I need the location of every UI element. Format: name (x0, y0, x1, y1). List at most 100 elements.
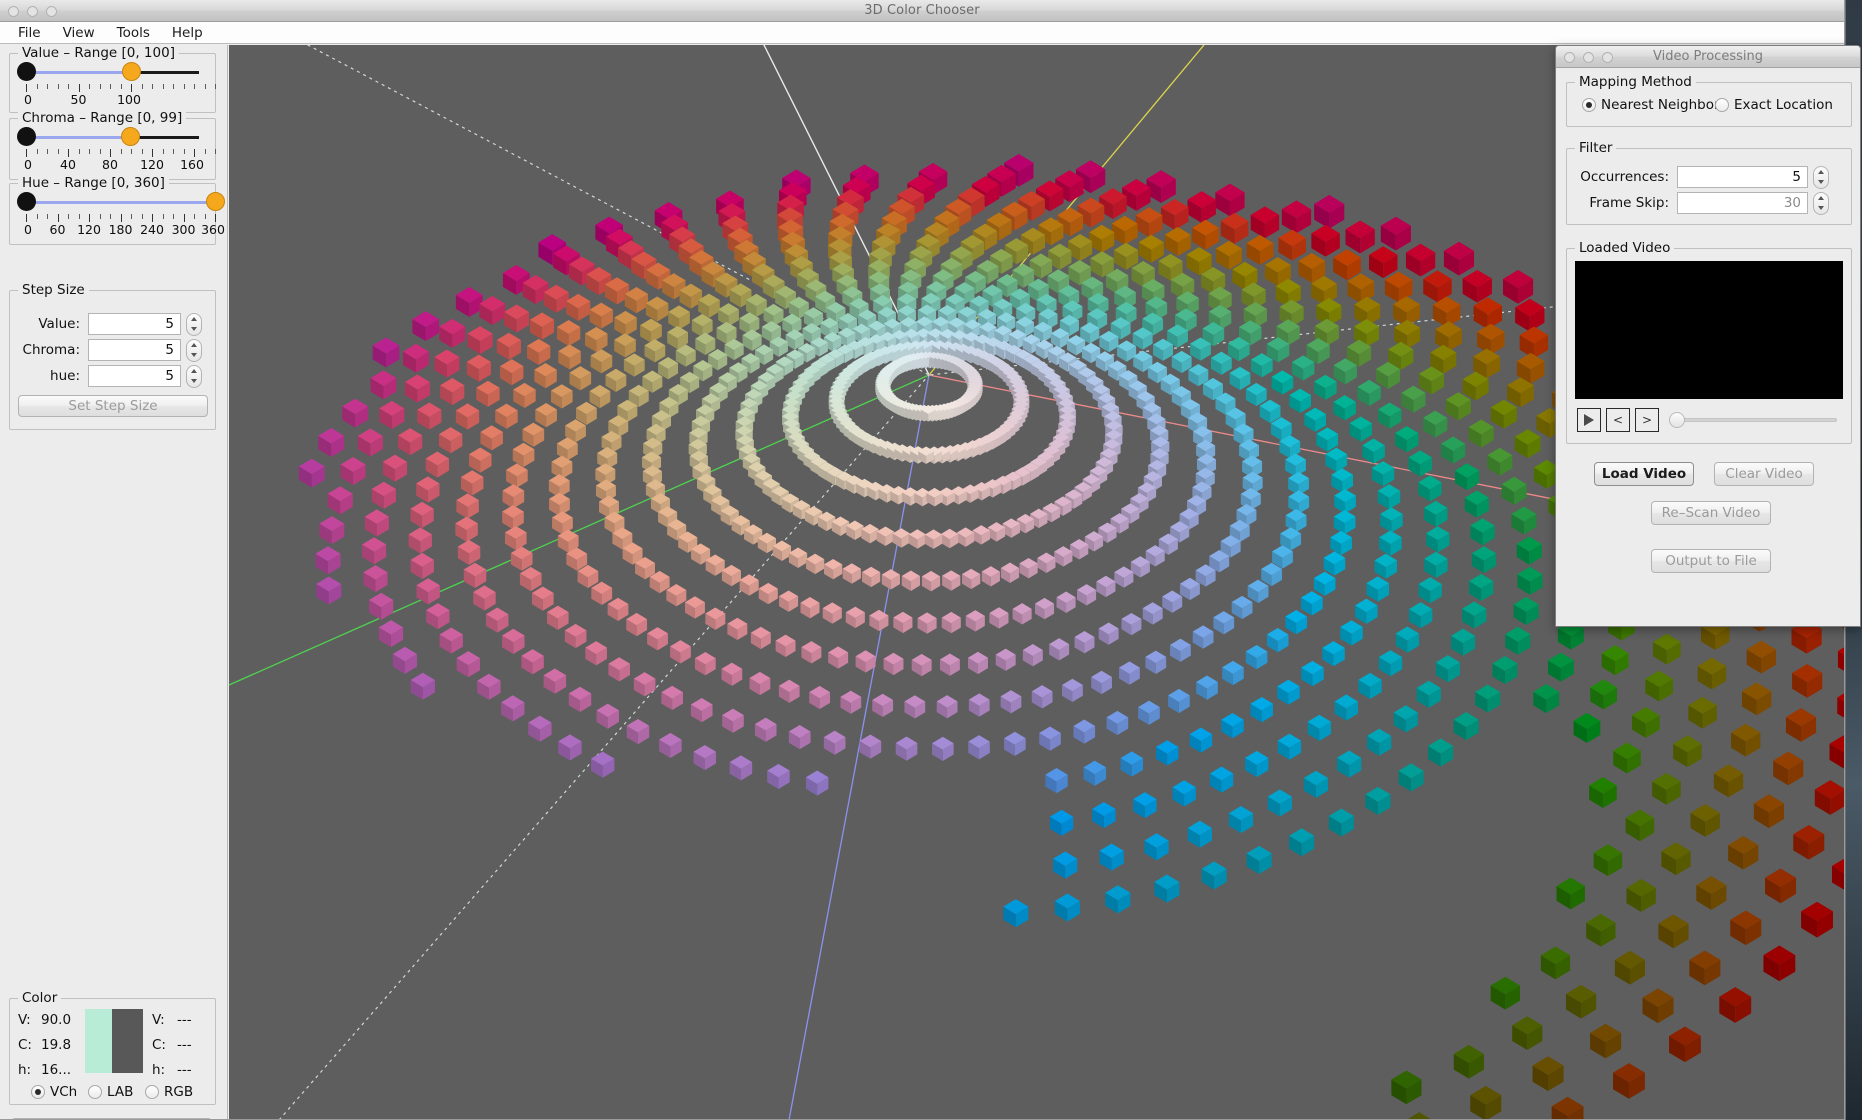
radio-icon[interactable] (1582, 98, 1596, 112)
menu-item-view[interactable]: View (52, 23, 106, 43)
target-color-swatch (112, 1009, 143, 1073)
color-left-c-value: 19.8 (41, 1037, 72, 1053)
chevron-up-icon[interactable] (1818, 169, 1824, 174)
color-left-h-value: 16... (41, 1062, 72, 1078)
next-frame-button[interactable]: > (1635, 408, 1659, 432)
step-size-hue-stepper[interactable] (186, 364, 202, 388)
frame-skip-stepper[interactable] (1813, 191, 1829, 215)
radio-icon[interactable] (1715, 98, 1729, 112)
step-size-chroma-stepper[interactable] (186, 338, 202, 362)
filter-legend: Filter (1575, 140, 1617, 156)
color-left-c-label: C: (18, 1037, 32, 1053)
value-slider-tick-labels: 0 50 100 (19, 92, 206, 108)
frame-skip-label: Frame Skip: (1589, 195, 1669, 211)
chroma-slider-low-thumb[interactable] (17, 127, 36, 146)
prev-frame-button[interactable]: < (1606, 408, 1630, 432)
color-model-lab-label: LAB (107, 1084, 134, 1100)
chroma-slider-fill (26, 136, 130, 139)
chevron-down-icon[interactable] (191, 327, 197, 332)
chevron-down-icon[interactable] (191, 379, 197, 384)
step-size-chroma-label: Chroma: (22, 342, 80, 358)
video-preview[interactable] (1575, 261, 1843, 399)
radio-icon[interactable] (88, 1085, 102, 1099)
video-scrub-thumb[interactable] (1669, 412, 1685, 428)
color-model-rgb[interactable]: RGB (145, 1084, 193, 1100)
left-control-panel: Value – Range [0, 100] 0 50 100 Chroma – R… (0, 45, 228, 1119)
menu-bar: File View Tools Help (0, 22, 1844, 44)
output-to-file-button[interactable]: Output to File (1651, 549, 1771, 573)
chevron-up-icon[interactable] (191, 316, 197, 321)
occurrences-input[interactable]: 5 (1677, 166, 1808, 188)
step-size-group: Step Size Value: 5 Chroma: 5 hue: 5 Set … (9, 282, 216, 430)
occurrences-label: Occurrences: (1580, 169, 1669, 185)
hue-range-slider[interactable]: 0 60 120 180 240 300 360 (17, 192, 225, 244)
mapping-exact-location-label: Exact Location (1734, 97, 1833, 113)
chevron-up-icon[interactable] (1818, 195, 1824, 200)
step-size-row-value: Value: 5 (10, 312, 215, 336)
radio-icon[interactable] (31, 1085, 45, 1099)
chroma-tick-label: 0 (24, 157, 32, 172)
chroma-range-legend: Chroma – Range [0, 99] (18, 110, 187, 126)
chevron-down-icon[interactable] (1818, 180, 1824, 185)
hue-slider-fill (26, 201, 215, 204)
loaded-video-group: Loaded Video < > (1566, 240, 1852, 444)
color-voxel-face (1407, 1112, 1431, 1119)
step-size-hue-input[interactable]: 5 (88, 365, 181, 387)
clear-video-button[interactable]: Clear Video (1714, 462, 1814, 486)
chevron-down-icon[interactable] (191, 353, 197, 358)
hue-tick-label: 360 (201, 222, 225, 237)
mapping-nearest-neighbor-option[interactable]: Nearest Neighbor (1582, 97, 1720, 113)
video-processing-body: Mapping Method Nearest Neighbor Exact Lo… (1556, 68, 1860, 626)
current-color-swatch (85, 1009, 112, 1073)
hue-slider-ticks (26, 214, 216, 222)
step-size-value-stepper[interactable] (186, 312, 202, 336)
radio-icon[interactable] (145, 1085, 159, 1099)
color-model-vch[interactable]: VCh (31, 1084, 77, 1100)
menu-item-tools[interactable]: Tools (106, 23, 161, 43)
mapping-exact-location-option[interactable]: Exact Location (1715, 97, 1833, 113)
hue-slider-high-thumb[interactable] (206, 192, 225, 211)
color-right-v-label: V: (152, 1012, 165, 1028)
menu-item-help[interactable]: Help (161, 23, 214, 43)
chevron-down-icon[interactable] (1818, 206, 1824, 211)
hue-slider-tick-labels: 0 60 120 180 240 300 360 (19, 222, 225, 238)
chevron-up-icon[interactable] (191, 368, 197, 373)
menu-item-file[interactable]: File (7, 23, 52, 43)
load-video-button[interactable]: Load Video (1594, 462, 1694, 486)
step-size-row-chroma: Chroma: 5 (10, 338, 215, 362)
play-icon (1584, 414, 1594, 426)
chevron-up-icon[interactable] (191, 342, 197, 347)
video-scrub-track[interactable] (1671, 418, 1837, 422)
color-left-v-value: 90.0 (41, 1012, 72, 1028)
main-window-titlebar: 3D Color Chooser (0, 0, 1844, 22)
step-size-value-label: Value: (38, 316, 80, 332)
mapping-nearest-neighbor-label: Nearest Neighbor (1601, 97, 1720, 113)
chroma-slider-high-thumb[interactable] (120, 127, 140, 146)
step-size-chroma-input[interactable]: 5 (88, 339, 181, 361)
value-range-slider[interactable]: 0 50 100 (17, 62, 216, 112)
value-range-group: Value – Range [0, 100] 0 50 100 (9, 45, 216, 113)
chroma-tick-label: 160 (180, 157, 204, 172)
re-scan-video-button[interactable]: Re–Scan Video (1651, 501, 1771, 525)
hue-tick-label: 180 (108, 222, 133, 237)
set-step-size-button[interactable]: Set Step Size (18, 395, 208, 417)
mapping-method-legend: Mapping Method (1575, 74, 1696, 90)
value-slider-low-thumb[interactable] (17, 62, 36, 81)
color-right-h-label: h: (152, 1062, 166, 1078)
color-model-rgb-label: RGB (164, 1084, 194, 1100)
chroma-range-group: Chroma – Range [0, 99] 0 40 80 120 160 (9, 110, 216, 180)
play-button[interactable] (1577, 408, 1601, 432)
hue-slider-low-thumb[interactable] (17, 192, 36, 211)
occurrences-stepper[interactable] (1813, 165, 1829, 189)
step-size-row-hue: hue: 5 (10, 364, 215, 388)
filter-row-frame-skip: Frame Skip: 30 (1573, 191, 1851, 215)
color-right-c-label: C: (152, 1037, 166, 1053)
value-tick-label: 50 (70, 92, 87, 107)
color-right-h-value: --- (177, 1062, 192, 1078)
step-size-value-input[interactable]: 5 (88, 313, 181, 335)
value-slider-high-thumb[interactable] (122, 62, 141, 81)
value-slider-ticks (26, 84, 216, 92)
frame-skip-input[interactable]: 30 (1677, 192, 1808, 214)
color-model-lab[interactable]: LAB (88, 1084, 133, 1100)
chroma-range-slider[interactable]: 0 40 80 120 160 (17, 127, 216, 179)
